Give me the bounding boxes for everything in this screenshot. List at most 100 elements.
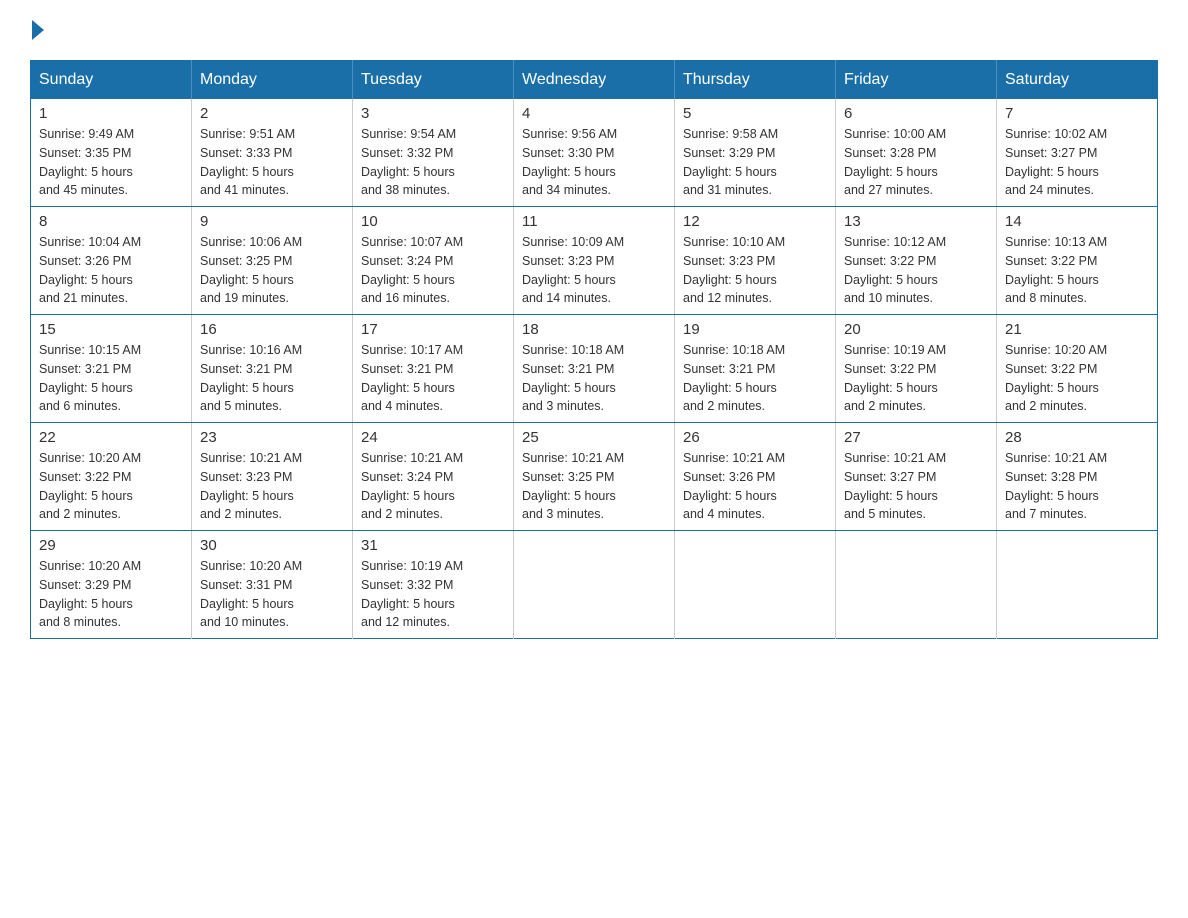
page-header [30, 20, 1158, 40]
day-info: Sunrise: 9:51 AM Sunset: 3:33 PM Dayligh… [200, 125, 344, 200]
day-info: Sunrise: 10:18 AM Sunset: 3:21 PM Daylig… [683, 341, 827, 416]
day-number: 9 [200, 213, 344, 230]
day-header-thursday: Thursday [675, 61, 836, 100]
day-info: Sunrise: 9:58 AM Sunset: 3:29 PM Dayligh… [683, 125, 827, 200]
header-row: SundayMondayTuesdayWednesdayThursdayFrid… [31, 61, 1158, 100]
day-info: Sunrise: 10:21 AM Sunset: 3:26 PM Daylig… [683, 449, 827, 524]
day-info: Sunrise: 10:10 AM Sunset: 3:23 PM Daylig… [683, 233, 827, 308]
day-number: 12 [683, 213, 827, 230]
day-number: 25 [522, 429, 666, 446]
calendar-cell: 9 Sunrise: 10:06 AM Sunset: 3:25 PM Dayl… [192, 207, 353, 315]
day-info: Sunrise: 9:49 AM Sunset: 3:35 PM Dayligh… [39, 125, 183, 200]
logo [30, 20, 46, 40]
calendar-cell: 14 Sunrise: 10:13 AM Sunset: 3:22 PM Day… [997, 207, 1158, 315]
week-row-4: 22 Sunrise: 10:20 AM Sunset: 3:22 PM Day… [31, 423, 1158, 531]
day-header-sunday: Sunday [31, 61, 192, 100]
day-number: 4 [522, 105, 666, 122]
calendar-cell: 8 Sunrise: 10:04 AM Sunset: 3:26 PM Dayl… [31, 207, 192, 315]
day-header-saturday: Saturday [997, 61, 1158, 100]
day-number: 24 [361, 429, 505, 446]
day-number: 22 [39, 429, 183, 446]
day-number: 2 [200, 105, 344, 122]
day-number: 6 [844, 105, 988, 122]
calendar-cell: 29 Sunrise: 10:20 AM Sunset: 3:29 PM Day… [31, 531, 192, 639]
calendar-cell: 25 Sunrise: 10:21 AM Sunset: 3:25 PM Day… [514, 423, 675, 531]
calendar-cell: 4 Sunrise: 9:56 AM Sunset: 3:30 PM Dayli… [514, 99, 675, 207]
day-number: 23 [200, 429, 344, 446]
calendar-cell: 13 Sunrise: 10:12 AM Sunset: 3:22 PM Day… [836, 207, 997, 315]
calendar-cell: 23 Sunrise: 10:21 AM Sunset: 3:23 PM Day… [192, 423, 353, 531]
day-number: 8 [39, 213, 183, 230]
calendar-cell [836, 531, 997, 639]
calendar-cell: 24 Sunrise: 10:21 AM Sunset: 3:24 PM Day… [353, 423, 514, 531]
calendar-cell: 28 Sunrise: 10:21 AM Sunset: 3:28 PM Day… [997, 423, 1158, 531]
day-info: Sunrise: 10:21 AM Sunset: 3:25 PM Daylig… [522, 449, 666, 524]
day-info: Sunrise: 10:20 AM Sunset: 3:22 PM Daylig… [39, 449, 183, 524]
day-info: Sunrise: 10:17 AM Sunset: 3:21 PM Daylig… [361, 341, 505, 416]
day-info: Sunrise: 10:21 AM Sunset: 3:28 PM Daylig… [1005, 449, 1149, 524]
calendar-cell: 20 Sunrise: 10:19 AM Sunset: 3:22 PM Day… [836, 315, 997, 423]
day-info: Sunrise: 10:20 AM Sunset: 3:22 PM Daylig… [1005, 341, 1149, 416]
calendar-cell: 19 Sunrise: 10:18 AM Sunset: 3:21 PM Day… [675, 315, 836, 423]
calendar-cell: 6 Sunrise: 10:00 AM Sunset: 3:28 PM Dayl… [836, 99, 997, 207]
day-info: Sunrise: 10:12 AM Sunset: 3:22 PM Daylig… [844, 233, 988, 308]
calendar-table: SundayMondayTuesdayWednesdayThursdayFrid… [30, 60, 1158, 639]
day-info: Sunrise: 10:19 AM Sunset: 3:22 PM Daylig… [844, 341, 988, 416]
calendar-cell: 16 Sunrise: 10:16 AM Sunset: 3:21 PM Day… [192, 315, 353, 423]
day-number: 7 [1005, 105, 1149, 122]
day-number: 11 [522, 213, 666, 230]
day-number: 29 [39, 537, 183, 554]
day-number: 30 [200, 537, 344, 554]
day-info: Sunrise: 10:06 AM Sunset: 3:25 PM Daylig… [200, 233, 344, 308]
day-header-friday: Friday [836, 61, 997, 100]
day-header-wednesday: Wednesday [514, 61, 675, 100]
day-info: Sunrise: 10:15 AM Sunset: 3:21 PM Daylig… [39, 341, 183, 416]
calendar-cell [997, 531, 1158, 639]
day-number: 16 [200, 321, 344, 338]
day-info: Sunrise: 10:18 AM Sunset: 3:21 PM Daylig… [522, 341, 666, 416]
calendar-cell: 17 Sunrise: 10:17 AM Sunset: 3:21 PM Day… [353, 315, 514, 423]
calendar-cell [675, 531, 836, 639]
day-number: 28 [1005, 429, 1149, 446]
day-number: 14 [1005, 213, 1149, 230]
week-row-2: 8 Sunrise: 10:04 AM Sunset: 3:26 PM Dayl… [31, 207, 1158, 315]
day-info: Sunrise: 10:21 AM Sunset: 3:24 PM Daylig… [361, 449, 505, 524]
calendar-cell: 27 Sunrise: 10:21 AM Sunset: 3:27 PM Day… [836, 423, 997, 531]
calendar-cell: 1 Sunrise: 9:49 AM Sunset: 3:35 PM Dayli… [31, 99, 192, 207]
day-header-monday: Monday [192, 61, 353, 100]
day-number: 17 [361, 321, 505, 338]
day-number: 3 [361, 105, 505, 122]
day-number: 19 [683, 321, 827, 338]
calendar-cell: 2 Sunrise: 9:51 AM Sunset: 3:33 PM Dayli… [192, 99, 353, 207]
logo-blue-part [30, 20, 46, 40]
week-row-5: 29 Sunrise: 10:20 AM Sunset: 3:29 PM Day… [31, 531, 1158, 639]
week-row-1: 1 Sunrise: 9:49 AM Sunset: 3:35 PM Dayli… [31, 99, 1158, 207]
day-number: 15 [39, 321, 183, 338]
day-number: 31 [361, 537, 505, 554]
day-number: 18 [522, 321, 666, 338]
day-number: 20 [844, 321, 988, 338]
calendar-cell: 21 Sunrise: 10:20 AM Sunset: 3:22 PM Day… [997, 315, 1158, 423]
day-info: Sunrise: 9:54 AM Sunset: 3:32 PM Dayligh… [361, 125, 505, 200]
day-info: Sunrise: 10:20 AM Sunset: 3:31 PM Daylig… [200, 557, 344, 632]
calendar-cell: 26 Sunrise: 10:21 AM Sunset: 3:26 PM Day… [675, 423, 836, 531]
day-info: Sunrise: 10:16 AM Sunset: 3:21 PM Daylig… [200, 341, 344, 416]
day-info: Sunrise: 10:02 AM Sunset: 3:27 PM Daylig… [1005, 125, 1149, 200]
calendar-cell: 5 Sunrise: 9:58 AM Sunset: 3:29 PM Dayli… [675, 99, 836, 207]
day-number: 21 [1005, 321, 1149, 338]
calendar-cell: 3 Sunrise: 9:54 AM Sunset: 3:32 PM Dayli… [353, 99, 514, 207]
day-info: Sunrise: 9:56 AM Sunset: 3:30 PM Dayligh… [522, 125, 666, 200]
day-info: Sunrise: 10:00 AM Sunset: 3:28 PM Daylig… [844, 125, 988, 200]
calendar-cell [514, 531, 675, 639]
calendar-cell: 12 Sunrise: 10:10 AM Sunset: 3:23 PM Day… [675, 207, 836, 315]
day-info: Sunrise: 10:07 AM Sunset: 3:24 PM Daylig… [361, 233, 505, 308]
day-info: Sunrise: 10:21 AM Sunset: 3:27 PM Daylig… [844, 449, 988, 524]
day-number: 5 [683, 105, 827, 122]
day-number: 27 [844, 429, 988, 446]
calendar-cell: 30 Sunrise: 10:20 AM Sunset: 3:31 PM Day… [192, 531, 353, 639]
day-info: Sunrise: 10:20 AM Sunset: 3:29 PM Daylig… [39, 557, 183, 632]
day-number: 26 [683, 429, 827, 446]
calendar-cell: 31 Sunrise: 10:19 AM Sunset: 3:32 PM Day… [353, 531, 514, 639]
calendar-cell: 18 Sunrise: 10:18 AM Sunset: 3:21 PM Day… [514, 315, 675, 423]
day-header-tuesday: Tuesday [353, 61, 514, 100]
